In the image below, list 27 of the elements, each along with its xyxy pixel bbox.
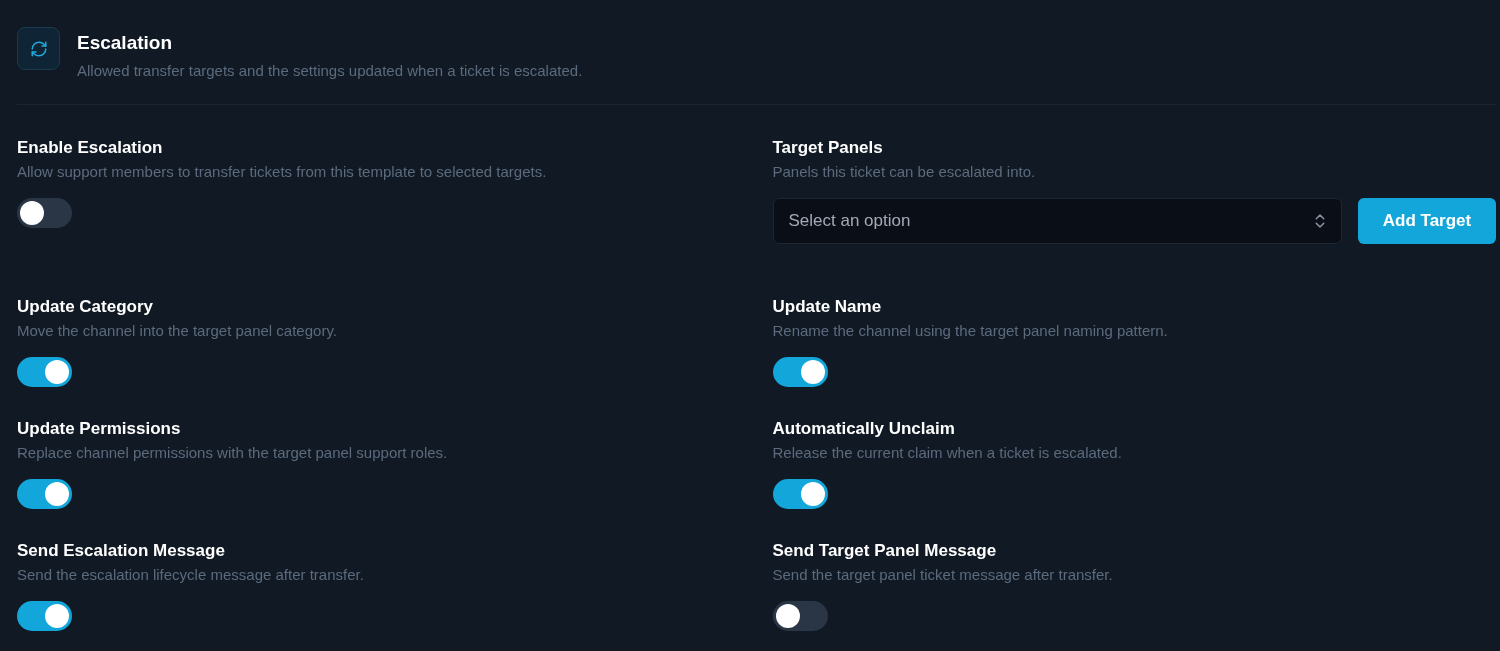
setting-description: Allow support members to transfer tickets from this template to selected targets. [17,162,547,182]
toggle-switch[interactable] [772,601,828,631]
section-title: Escalation [77,31,174,55]
toggle-switch[interactable] [17,357,72,387]
setting-label: Update Name [772,296,882,318]
setting-description: Panels this ticket can be escalated into. [772,162,1036,182]
setting-description: Release the current claim when a ticket is escalated. [772,443,1122,463]
setting-label: Automatically Unclaim [772,418,955,440]
select-field[interactable]: Select an option [772,198,1342,244]
setting-description: Send the target panel ticket message after transfer. [772,565,1113,585]
toggle-switch[interactable] [17,479,72,509]
setting-label: Target Panels [772,137,883,159]
setting-description: Replace channel permissions with the target panel support roles. [17,443,448,463]
setting-label: Send Target Panel Message [772,540,997,562]
setting-description: Move the channel into the target panel category. [17,321,337,341]
section-subtitle: Allowed transfer targets and the settings updated when a ticket is escalated. [77,61,583,81]
setting-label: Send Escalation Message [17,540,225,562]
setting-label: Update Permissions [17,418,181,440]
setting-description: Send the escalation lifecycle message after transfer. [17,565,364,585]
toggle-switch[interactable] [17,601,72,631]
setting-description: Rename the channel using the target panel naming pattern. [772,321,1168,341]
setting-label: Enable Escalation [17,137,163,159]
toggle-switch[interactable] [772,357,828,387]
setting-label: Update Category [17,296,154,318]
toggle-switch[interactable] [772,479,828,509]
toggle-switch[interactable] [17,198,72,228]
refresh-icon [17,27,60,70]
